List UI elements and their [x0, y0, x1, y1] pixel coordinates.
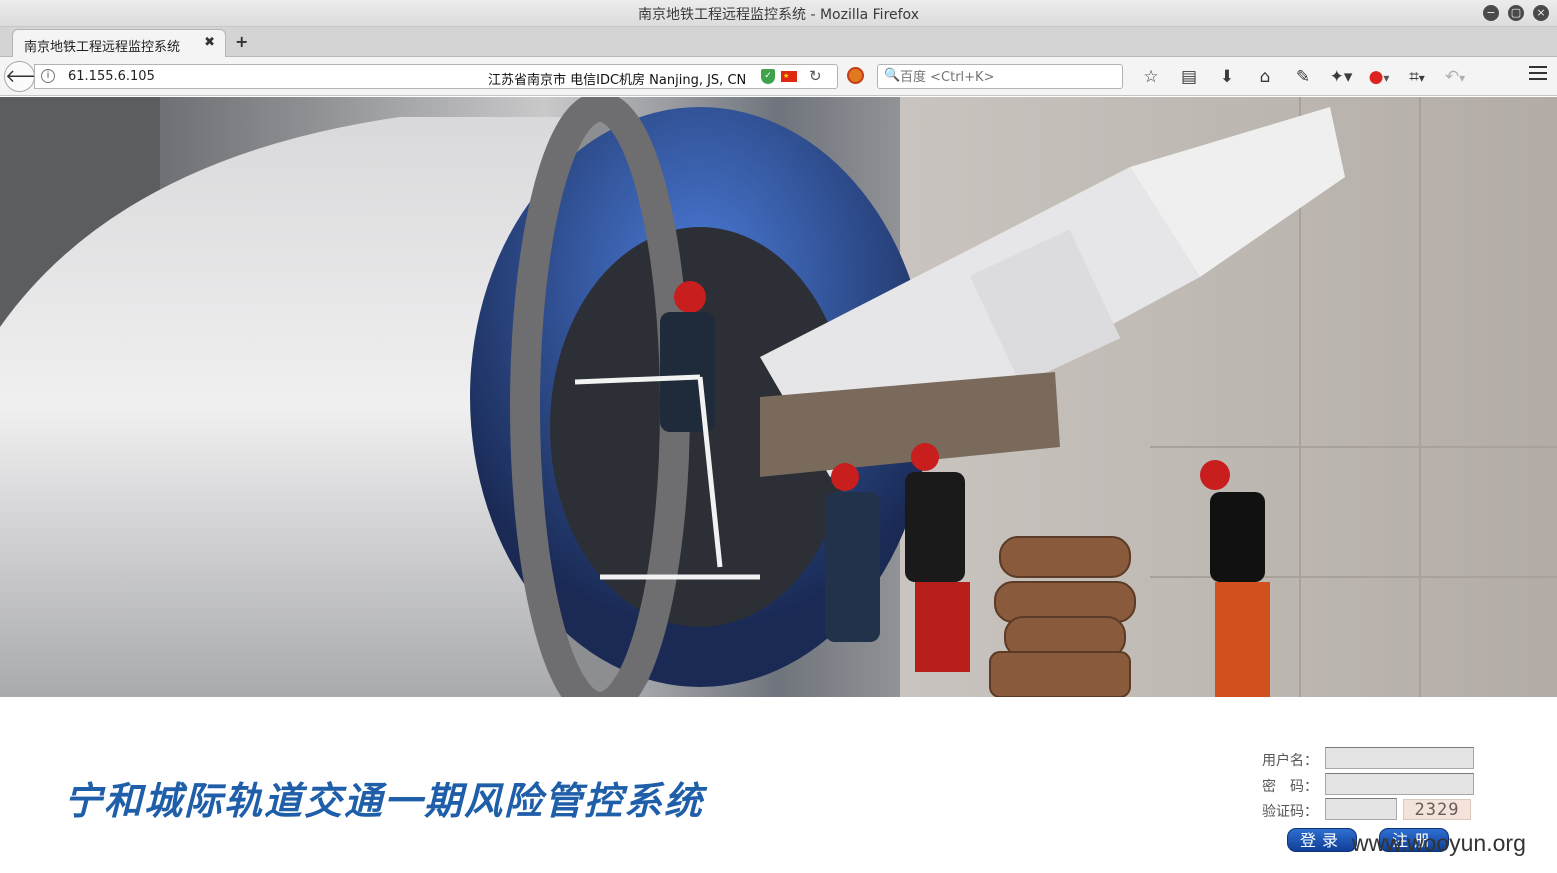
- china-flag-icon: ★: [781, 71, 797, 82]
- system-title: 宁和城际轨道交通一期风险管控系统: [64, 779, 705, 823]
- addon-dropdown-icon[interactable]: ✦▾: [1322, 65, 1360, 89]
- shield-icon[interactable]: ✓: [761, 69, 775, 84]
- username-input[interactable]: [1325, 747, 1474, 769]
- minimize-button[interactable]: −: [1483, 5, 1499, 21]
- url-text[interactable]: 61.155.6.105: [68, 69, 155, 84]
- captcha-input[interactable]: [1325, 798, 1397, 820]
- banner-photo: [0, 97, 1557, 697]
- captcha-image[interactable]: 2329: [1403, 799, 1471, 820]
- navigation-toolbar: 🡐 i 61.155.6.105 江苏省南京市 电信IDC机房 Nanjing,…: [0, 57, 1557, 96]
- crop-icon[interactable]: ⌗▾: [1398, 65, 1436, 89]
- tunnel-boring-machine-photo: [0, 97, 1557, 697]
- toolbar-icons: ☆ ▤ ⬇ ⌂ ✎ ✦▾ ●▾ ⌗▾ ↶▾: [1132, 65, 1474, 89]
- window-titlebar: 南京地铁工程远程监控系统 - Mozilla Firefox − ▢ ×: [0, 0, 1557, 27]
- window-title: 南京地铁工程远程监控系统 - Mozilla Firefox: [638, 7, 919, 23]
- home-icon[interactable]: ⌂: [1246, 65, 1284, 89]
- download-icon[interactable]: ⬇: [1208, 65, 1246, 89]
- back-button[interactable]: 🡐: [4, 61, 53, 92]
- reader-icon[interactable]: ▤: [1170, 65, 1208, 89]
- password-input[interactable]: [1325, 773, 1474, 795]
- new-tab-button[interactable]: +: [235, 32, 248, 51]
- captcha-label: 验证码：: [1262, 804, 1318, 820]
- tab-active[interactable]: 南京地铁工程远程监控系统 ✖: [12, 29, 226, 57]
- search-input[interactable]: [900, 68, 1115, 86]
- tab-strip: 南京地铁工程远程监控系统 ✖ +: [0, 27, 1557, 57]
- search-icon: 🔍: [884, 68, 901, 83]
- window-controls: − ▢ ×: [1483, 5, 1549, 21]
- addon-icon[interactable]: ✎: [1284, 65, 1322, 89]
- addon-orange-icon[interactable]: [847, 67, 864, 84]
- site-info-icon[interactable]: i: [41, 69, 55, 83]
- username-label: 用户名：: [1262, 753, 1318, 769]
- url-bar[interactable]: i 61.155.6.105 江苏省南京市 电信IDC机房 Nanjing, J…: [34, 64, 838, 89]
- hamburger-menu-icon[interactable]: [1529, 66, 1547, 84]
- tab-label: 南京地铁工程远程监控系统: [24, 40, 181, 55]
- maximize-button[interactable]: ▢: [1508, 5, 1524, 21]
- reload-icon[interactable]: ↻: [809, 67, 822, 85]
- login-button[interactable]: 登录: [1287, 828, 1357, 852]
- addon-red-icon[interactable]: ●▾: [1360, 65, 1398, 89]
- undo-icon[interactable]: ↶▾: [1436, 65, 1474, 89]
- bookmark-star-icon[interactable]: ☆: [1132, 65, 1170, 89]
- watermark-text: www.wooyun.org: [1352, 830, 1526, 856]
- close-window-button[interactable]: ×: [1533, 5, 1549, 21]
- search-box[interactable]: 🔍: [877, 64, 1123, 89]
- geo-location-text: 江苏省南京市 电信IDC机房 Nanjing, JS, CN: [488, 73, 747, 88]
- close-tab-icon[interactable]: ✖: [204, 35, 215, 50]
- password-label: 密 码：: [1262, 779, 1318, 795]
